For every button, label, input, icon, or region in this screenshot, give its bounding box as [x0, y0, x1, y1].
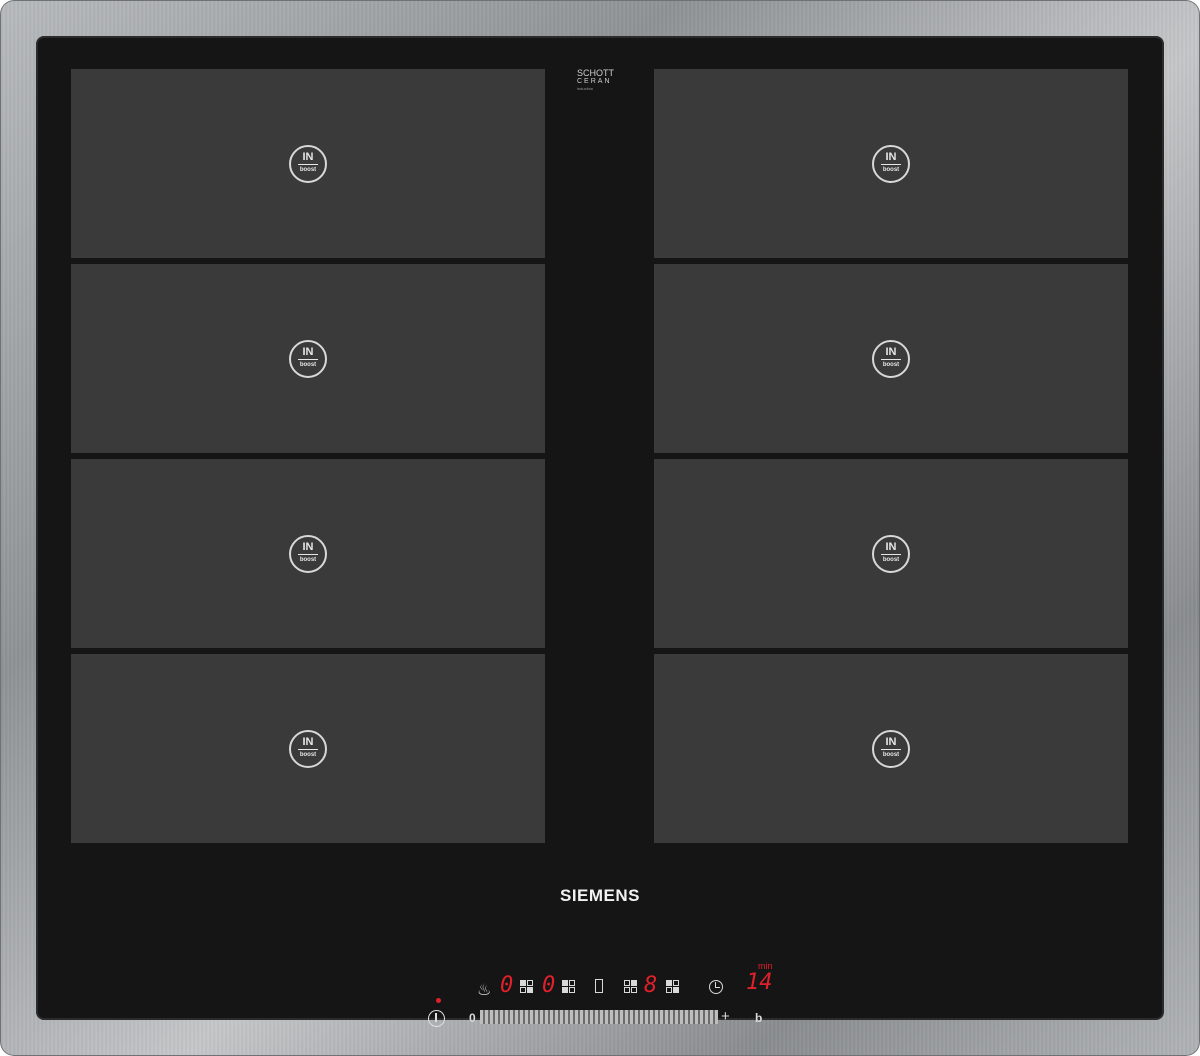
- icon-divider: [881, 553, 901, 555]
- icon-in-label: IN: [885, 735, 897, 748]
- icon-divider: [298, 163, 318, 165]
- cooking-zone-left-1[interactable]: IN boost: [71, 69, 545, 258]
- icon-divider: [881, 163, 901, 165]
- icon-boost-label: boost: [882, 751, 900, 758]
- power-level-slider[interactable]: [480, 1010, 718, 1024]
- icon-divider: [881, 358, 901, 360]
- timer-display: 14: [746, 970, 773, 995]
- child-lock-icon[interactable]: ♨: [477, 980, 491, 1000]
- icon-in-label: IN: [302, 540, 314, 553]
- induction-boost-icon: IN boost: [289, 534, 327, 573]
- boost-key[interactable]: b: [755, 1012, 762, 1024]
- zone-level-display-3: 8: [644, 973, 658, 998]
- icon-in-label: IN: [885, 150, 897, 163]
- schott-label: SCHOTT: [577, 68, 614, 78]
- icon-boost-label: boost: [299, 166, 317, 173]
- cooking-zone-right-2[interactable]: IN boost: [654, 264, 1128, 453]
- stainless-steel-frame: IN boost IN boost IN boost IN boost IN b…: [0, 0, 1200, 1056]
- cooking-zone-right-1[interactable]: IN boost: [654, 69, 1128, 258]
- induction-boost-icon: IN boost: [872, 144, 910, 183]
- induction-label: induction: [577, 86, 594, 91]
- icon-boost-label: boost: [299, 751, 317, 758]
- zone-indicator-icon: [595, 979, 603, 993]
- cooking-zone-left-4[interactable]: IN boost: [71, 654, 545, 843]
- cooking-zone-left-3[interactable]: IN boost: [71, 459, 545, 648]
- zone-select-icon[interactable]: [666, 980, 679, 993]
- induction-boost-icon: IN boost: [872, 729, 910, 768]
- control-panel: ♨ 0 0 8 min 14 0 + b: [38, 918, 1162, 1027]
- timer-clock-icon[interactable]: [709, 980, 723, 994]
- icon-boost-label: boost: [882, 361, 900, 368]
- icon-divider: [298, 553, 318, 555]
- induction-boost-icon: IN boost: [872, 534, 910, 573]
- icon-boost-label: boost: [882, 166, 900, 173]
- schott-ceran-logo: SCHOTT CERAN induction: [577, 69, 614, 92]
- icon-in-label: IN: [885, 540, 897, 553]
- icon-boost-label: boost: [299, 361, 317, 368]
- cooking-zone-left-2[interactable]: IN boost: [71, 264, 545, 453]
- icon-divider: [881, 748, 901, 750]
- icon-in-label: IN: [302, 150, 314, 163]
- icon-in-label: IN: [302, 735, 314, 748]
- power-icon[interactable]: [428, 1010, 445, 1027]
- icon-boost-label: boost: [299, 556, 317, 563]
- zone-level-display-1: 0: [500, 973, 514, 998]
- ceramic-glass-cooktop: IN boost IN boost IN boost IN boost IN b…: [38, 38, 1162, 1027]
- slider-plus-label[interactable]: +: [721, 1009, 730, 1024]
- icon-in-label: IN: [885, 345, 897, 358]
- cooking-zone-right-4[interactable]: IN boost: [654, 654, 1128, 843]
- zone-select-icon[interactable]: [520, 980, 533, 993]
- icon-divider: [298, 748, 318, 750]
- brand-logo: SIEMENS: [559, 886, 641, 905]
- induction-boost-icon: IN boost: [289, 339, 327, 378]
- slider-zero-label[interactable]: 0: [469, 1012, 476, 1024]
- icon-in-label: IN: [302, 345, 314, 358]
- zone-select-icon[interactable]: [562, 980, 575, 993]
- zone-select-icon[interactable]: [624, 980, 637, 993]
- induction-boost-icon: IN boost: [872, 339, 910, 378]
- induction-boost-icon: IN boost: [289, 729, 327, 768]
- icon-divider: [298, 358, 318, 360]
- ceran-label: CERAN: [577, 78, 612, 85]
- cooking-zone-right-3[interactable]: IN boost: [654, 459, 1128, 648]
- zone-level-display-2: 0: [542, 973, 556, 998]
- power-indicator-led: [436, 998, 441, 1003]
- induction-boost-icon: IN boost: [289, 144, 327, 183]
- icon-boost-label: boost: [882, 556, 900, 563]
